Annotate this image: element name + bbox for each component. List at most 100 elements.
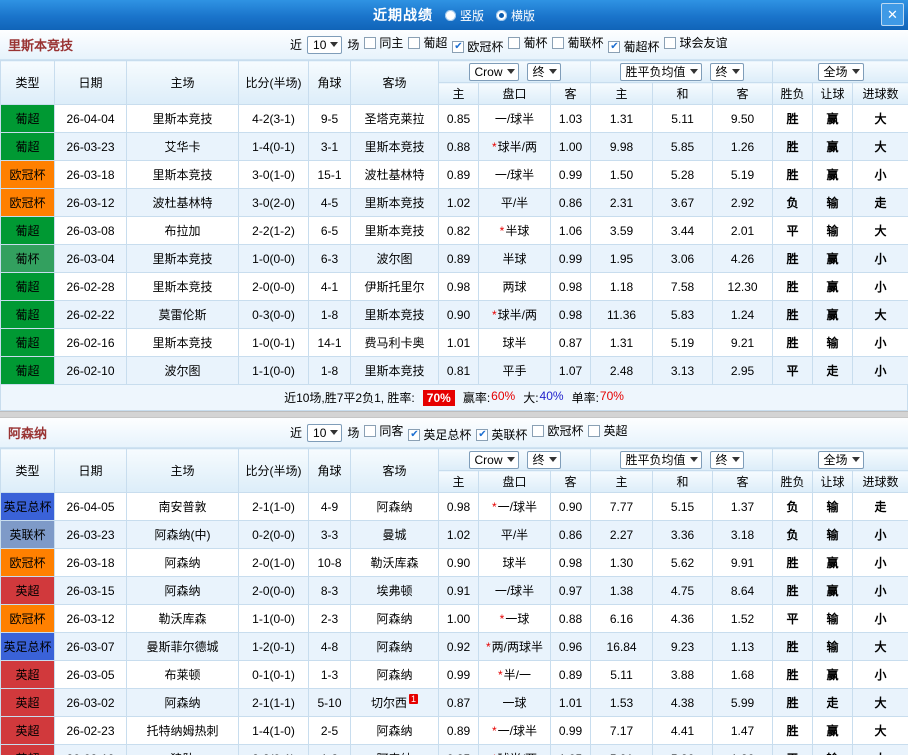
away-team-cell[interactable]: 波杜基林特 <box>350 160 439 189</box>
away-team-cell[interactable]: 阿森纳 <box>350 604 439 633</box>
europe-final-select[interactable]: 终 <box>709 62 744 81</box>
home-team-cell[interactable]: 里斯本竞技 <box>126 328 239 357</box>
away-team-cell[interactable]: 曼城 <box>350 520 439 549</box>
home-team-cell[interactable]: 布拉加 <box>126 216 239 245</box>
home-team-cell[interactable]: 波杜基林特 <box>126 188 239 217</box>
match-count-select[interactable]: 10 <box>307 423 343 442</box>
asian-final-select[interactable]: 终 <box>526 450 561 469</box>
asian-odds-header: Crow 终 <box>437 448 592 471</box>
home-team-cell[interactable]: 勒沃库森 <box>126 604 239 633</box>
away-team-cell[interactable]: 里斯本竞技 <box>350 216 439 245</box>
layout-radio-horizontal[interactable]: 横版 <box>496 7 535 24</box>
filter-checkbox-英联杯[interactable]: 英联杯 <box>476 426 527 443</box>
result-goals: 大 <box>852 688 908 717</box>
away-team-cell[interactable]: 里斯本竞技 <box>350 188 439 217</box>
away-team-cell[interactable]: 阿森纳 <box>350 744 439 755</box>
filter-checkbox-欧冠杯[interactable]: 欧冠杯 <box>452 38 503 55</box>
filter-checkboxes: 同主 葡超 欧冠杯 葡杯 葡联杯 葡超杯 球会友谊 <box>364 34 732 55</box>
checkbox-icon <box>552 36 565 49</box>
asian-away-odds: 0.99 <box>549 716 592 745</box>
europe-avg-select[interactable]: 胜平负均值 <box>619 450 702 469</box>
corner-cell: 4-1 <box>308 272 351 301</box>
league-badge: 葡超 <box>0 272 55 301</box>
section-divider <box>0 411 908 418</box>
home-team-cell[interactable]: 里斯本竞技 <box>126 160 239 189</box>
home-team-cell[interactable]: 阿森纳 <box>126 548 239 577</box>
filter-checkbox-球会友谊[interactable]: 球会友谊 <box>664 34 728 51</box>
away-team-cell[interactable]: 阿森纳 <box>350 492 439 521</box>
away-team-cell[interactable]: 里斯本竞技 <box>350 300 439 329</box>
home-team-cell[interactable]: 阿森纳(中) <box>126 520 239 549</box>
full-match-select[interactable]: 全场 <box>817 62 864 81</box>
europe-avg-select[interactable]: 胜平负均值 <box>619 62 702 81</box>
bookmaker-select[interactable]: Crow <box>468 62 519 81</box>
result-header: 全场 <box>772 60 908 83</box>
home-team-cell[interactable]: 曼斯菲尔德城 <box>126 632 239 661</box>
asian-away-odds: 0.98 <box>549 272 592 301</box>
match-row: 欧冠杯 26-03-18 阿森纳 2-0(1-0) 10-8 勒沃库森 0.90 球半 0.98… <box>0 548 908 577</box>
league-badge: 葡超 <box>0 132 55 161</box>
europe-home-odds: 1.31 <box>590 104 654 133</box>
result-wdl: 平 <box>772 744 814 755</box>
handicap-cell: 一/球半 <box>478 576 551 605</box>
away-team-cell[interactable]: 波尔图 <box>350 244 439 273</box>
layout-radio-vertical[interactable]: 竖版 <box>444 7 484 24</box>
home-team-cell[interactable]: 艾华卡 <box>126 132 239 161</box>
bookmaker-select[interactable]: Crow <box>468 450 519 469</box>
match-row: 葡超 26-04-04 里斯本竞技 4-2(3-1) 9-5 圣塔克莱拉 0.85 一/球半 1… <box>0 104 908 133</box>
away-team-cell[interactable]: 里斯本竞技 <box>350 132 439 161</box>
filter-label: 欧冠杯 <box>467 40 504 54</box>
date-cell: 26-04-04 <box>54 104 127 133</box>
asian-away-odds: 0.99 <box>549 160 592 189</box>
filter-checkbox-葡超杯[interactable]: 葡超杯 <box>608 38 659 55</box>
home-team-cell[interactable]: 南安普敦 <box>126 492 239 521</box>
home-team-cell[interactable]: 狼队 <box>126 744 239 755</box>
home-team-cell[interactable]: 里斯本竞技 <box>126 244 239 273</box>
games-label: 场 <box>347 426 360 440</box>
home-team-cell[interactable]: 里斯本竞技 <box>126 272 239 301</box>
away-team-cell[interactable]: 圣塔克莱拉 <box>350 104 439 133</box>
away-favorite-star: * <box>499 224 505 238</box>
europe-away-odds: 2.01 <box>712 216 774 245</box>
away-team-cell[interactable]: 勒沃库森 <box>350 548 439 577</box>
filter-checkbox-葡杯[interactable]: 葡杯 <box>508 34 547 51</box>
filter-checkbox-葡联杯[interactable]: 葡联杯 <box>552 34 603 51</box>
away-favorite-star: * <box>491 500 497 514</box>
away-team-cell[interactable]: 里斯本竞技 <box>350 356 439 385</box>
corner-cell: 1-3 <box>308 744 351 755</box>
filter-checkbox-同客[interactable]: 同客 <box>364 422 403 439</box>
away-team-cell[interactable]: 阿森纳 <box>350 632 439 661</box>
result-wdl: 胜 <box>772 660 814 689</box>
filter-checkbox-英足总杯[interactable]: 英足总杯 <box>408 426 471 443</box>
away-team-cell[interactable]: 切尔西 1 <box>350 688 439 717</box>
home-team-cell[interactable]: 阿森纳 <box>126 688 239 717</box>
asian-final-select[interactable]: 终 <box>526 62 561 81</box>
filter-checkbox-英超[interactable]: 英超 <box>588 422 627 439</box>
close-icon: ✕ <box>887 6 898 22</box>
away-team-cell[interactable]: 阿森纳 <box>350 660 439 689</box>
home-team-cell[interactable]: 波尔图 <box>126 356 239 385</box>
asian-away-odds: 1.07 <box>549 356 592 385</box>
chevron-down-icon <box>851 69 860 74</box>
home-team-cell[interactable]: 托特纳姆热刺 <box>126 716 239 745</box>
europe-final-select[interactable]: 终 <box>709 450 744 469</box>
filter-checkbox-欧冠杯[interactable]: 欧冠杯 <box>532 422 583 439</box>
home-team-cell[interactable]: 阿森纳 <box>126 576 239 605</box>
filter-checkbox-同主[interactable]: 同主 <box>364 34 403 51</box>
filter-checkboxes: 同客 英足总杯 英联杯 欧冠杯 英超 <box>364 422 632 443</box>
home-team-cell[interactable]: 里斯本竞技 <box>126 104 239 133</box>
close-button[interactable]: ✕ <box>881 3 904 26</box>
away-team-cell[interactable]: 伊斯托里尔 <box>350 272 439 301</box>
filter-checkbox-葡超[interactable]: 葡超 <box>408 34 447 51</box>
col-asian-home: 主 <box>438 82 479 105</box>
home-team-cell[interactable]: 莫雷伦斯 <box>126 300 239 329</box>
away-team-cell[interactable]: 埃弗顿 <box>350 576 439 605</box>
match-row: 英足总杯 26-03-07 曼斯菲尔德城 1-2(0-1) 4-8 阿森纳 0.92 *两/两… <box>0 632 908 661</box>
result-goals: 小 <box>852 244 908 273</box>
match-count-select[interactable]: 10 <box>307 35 343 54</box>
away-team-cell[interactable]: 费马利卡奥 <box>350 328 439 357</box>
home-team-cell[interactable]: 布莱顿 <box>126 660 239 689</box>
full-match-select[interactable]: 全场 <box>817 450 864 469</box>
away-team-cell[interactable]: 阿森纳 <box>350 716 439 745</box>
europe-draw-odds: 4.41 <box>652 716 714 745</box>
